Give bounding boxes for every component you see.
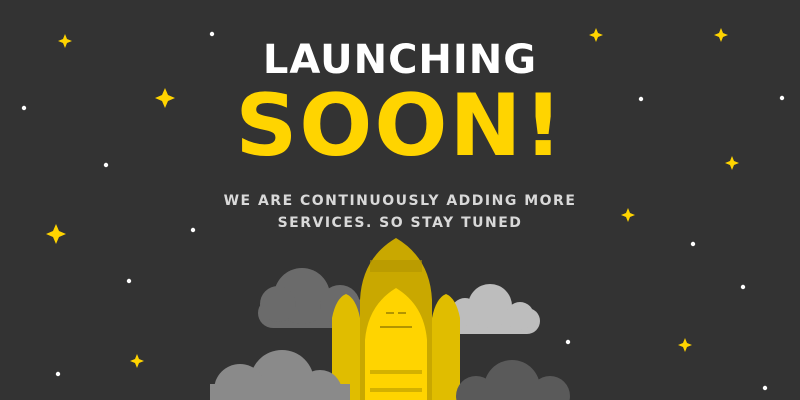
tagline-line-2: SERVICES. SO STAY TUNED [277, 215, 523, 231]
dot-icon [690, 241, 696, 247]
rocket-icon [332, 238, 460, 400]
cloud-icon [456, 360, 570, 400]
tagline: WE ARE CONTINUOUSLY ADDING MORE SERVICES… [200, 190, 600, 234]
dot-icon [740, 284, 746, 290]
dot-icon [55, 371, 61, 377]
dot-icon [762, 385, 768, 391]
star-icon [46, 224, 66, 244]
dot-icon [126, 278, 132, 284]
headline-soon: SOON! [235, 76, 565, 176]
tagline-line-1: WE ARE CONTINUOUSLY ADDING MORE [223, 193, 577, 209]
dot-icon [565, 339, 571, 345]
star-icon [678, 338, 692, 352]
star-icon [621, 208, 635, 222]
dot-icon [190, 227, 196, 233]
cloud-icon [210, 350, 350, 400]
star-icon [130, 354, 144, 368]
launching-soon-banner: LAUNCHING SOON! WE ARE CONTINUOUSLY ADDI… [0, 0, 800, 400]
